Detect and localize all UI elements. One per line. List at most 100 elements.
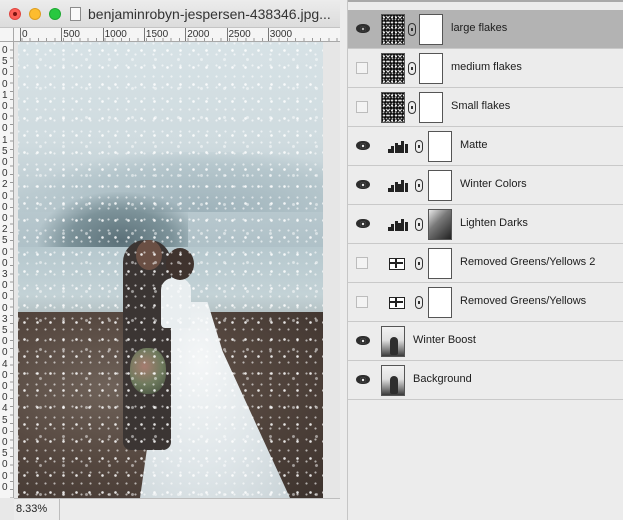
ruler-left-digit: 0 xyxy=(2,101,8,112)
ruler-major-tick xyxy=(20,28,21,41)
layer-visibility-toggle[interactable] xyxy=(356,179,370,191)
layer-name[interactable]: Winter Colors xyxy=(460,178,527,190)
document-titlebar[interactable]: benjaminrobyn-jespersen-438346.jpg... xyxy=(0,0,340,28)
eye-icon xyxy=(356,219,370,228)
layer-visibility-toggle[interactable] xyxy=(356,23,370,35)
layer-mask-thumbnail[interactable] xyxy=(428,131,452,162)
layer-row[interactable]: Background xyxy=(348,361,623,400)
layer-name[interactable]: large flakes xyxy=(451,22,507,34)
chain-link-icon[interactable] xyxy=(415,257,423,270)
layer-row[interactable]: Winter Colors xyxy=(348,166,623,205)
eye-icon xyxy=(356,24,370,33)
layer-thumbnail[interactable] xyxy=(381,92,405,123)
curves-bar xyxy=(404,222,408,231)
layer-visibility-toggle[interactable] xyxy=(356,101,368,113)
layer-row[interactable]: medium flakes xyxy=(348,49,623,88)
minimize-window-button[interactable] xyxy=(29,8,41,20)
layer-row[interactable]: large flakes xyxy=(348,10,623,49)
layer-row[interactable]: Matte xyxy=(348,127,623,166)
layer-mask-thumbnail[interactable] xyxy=(428,248,452,279)
layer-row[interactable]: Lighten Darks xyxy=(348,205,623,244)
levels-adjustment-icon xyxy=(389,258,405,270)
ruler-left-digit: 0 xyxy=(2,470,8,482)
document-title: benjaminrobyn-jespersen-438346.jpg... xyxy=(88,6,331,22)
layer-row[interactable]: Removed Greens/Yellows 2 xyxy=(348,244,623,283)
ruler-top-label: 1500 xyxy=(145,29,169,40)
ruler-major-tick xyxy=(102,28,104,41)
layer-mask-thumbnail[interactable] xyxy=(419,53,443,84)
ruler-top-label: 1000 xyxy=(104,29,127,40)
ruler-top-label: 0 xyxy=(22,29,28,40)
ruler-left-digit: 0 xyxy=(2,168,8,180)
layer-name[interactable]: Removed Greens/Yellows xyxy=(460,295,586,307)
ruler-left-digit: 5 xyxy=(2,235,8,247)
layer-visibility-toggle[interactable] xyxy=(356,62,368,74)
ruler-left-digit: 0 xyxy=(2,123,8,135)
layer-mask-thumbnail[interactable] xyxy=(419,92,443,123)
layer-row[interactable]: Winter Boost xyxy=(348,322,623,361)
layer-thumbnail[interactable] xyxy=(381,365,405,396)
layer-name[interactable]: Matte xyxy=(460,139,488,151)
layer-row[interactable]: Small flakes xyxy=(348,88,623,127)
ruler-top-label: 3000 xyxy=(269,29,293,40)
ruler-origin[interactable] xyxy=(0,28,14,42)
ruler-left-digit: 5 xyxy=(2,448,8,460)
layer-name[interactable]: medium flakes xyxy=(451,61,522,73)
layer-name[interactable]: Background xyxy=(413,373,472,385)
vertical-ruler[interactable]: 0500100015002000250030003500400045005000 xyxy=(0,42,14,498)
chain-link-icon[interactable] xyxy=(415,218,423,231)
chain-link-icon[interactable] xyxy=(408,62,416,75)
layer-mask-thumbnail[interactable] xyxy=(428,209,452,240)
ruler-left-digit: 0 xyxy=(2,302,8,314)
zoom-level-field[interactable]: 8.33% xyxy=(14,499,60,520)
layer-visibility-toggle[interactable] xyxy=(356,140,370,152)
chain-link-icon[interactable] xyxy=(408,23,416,36)
ruler-left-digit: 5 xyxy=(2,56,8,68)
ruler-left-digit: 5 xyxy=(2,145,8,157)
ruler-left-digit: 0 xyxy=(2,45,8,56)
ruler-left-digit: 0 xyxy=(2,291,8,303)
horizontal-ruler[interactable]: 0 500 1000 1500 2000 2500 3000 xyxy=(14,28,340,42)
layer-name[interactable]: Winter Boost xyxy=(413,334,476,346)
layer-thumbnail[interactable] xyxy=(381,326,405,357)
ruler-left-digit: 0 xyxy=(2,246,8,258)
ruler-left-digit: 4 xyxy=(2,403,8,415)
layer-mask-thumbnail[interactable] xyxy=(428,170,452,201)
curves-bar xyxy=(404,144,408,153)
layer-visibility-toggle[interactable] xyxy=(356,335,370,347)
layer-visibility-toggle[interactable] xyxy=(356,374,370,386)
layer-visibility-toggle[interactable] xyxy=(356,257,368,269)
ruler-left-digit: 3 xyxy=(2,313,8,325)
eye-icon xyxy=(356,141,370,150)
layer-name[interactable]: Lighten Darks xyxy=(460,217,528,229)
ruler-left-digit: 0 xyxy=(2,481,8,493)
ruler-left-digit: 2 xyxy=(2,224,8,236)
document-canvas[interactable] xyxy=(14,42,340,498)
layer-row[interactable]: Removed Greens/Yellows xyxy=(348,283,623,322)
layer-name[interactable]: Removed Greens/Yellows 2 xyxy=(460,256,595,268)
maximize-window-button[interactable] xyxy=(49,8,61,20)
document-file-icon xyxy=(70,7,81,21)
close-window-button[interactable] xyxy=(9,8,21,20)
ruler-top-label: 2000 xyxy=(187,29,210,40)
ruler-left-digit: 0 xyxy=(2,425,8,437)
chain-link-icon[interactable] xyxy=(415,140,423,153)
ruler-left-digit: 0 xyxy=(2,459,8,471)
chain-link-icon[interactable] xyxy=(415,296,423,309)
photo-image[interactable] xyxy=(18,42,323,498)
layer-visibility-toggle[interactable] xyxy=(356,218,370,230)
layer-mask-thumbnail[interactable] xyxy=(419,14,443,45)
document-window: benjaminrobyn-jespersen-438346.jpg... 05… xyxy=(0,0,340,520)
chain-link-icon[interactable] xyxy=(415,179,423,192)
ruler-major-tick xyxy=(226,28,228,41)
ruler-left-digit: 0 xyxy=(2,190,8,202)
layer-thumbnail[interactable] xyxy=(381,53,405,84)
layer-name[interactable]: Small flakes xyxy=(451,100,510,112)
ruler-left-digit: 0 xyxy=(2,392,8,404)
chain-link-icon[interactable] xyxy=(408,101,416,114)
ruler-left-digit: 0 xyxy=(2,437,8,448)
layer-visibility-toggle[interactable] xyxy=(356,296,368,308)
ruler-left-digit: 5 xyxy=(2,325,8,336)
layer-thumbnail[interactable] xyxy=(381,14,405,45)
layer-mask-thumbnail[interactable] xyxy=(428,287,452,318)
